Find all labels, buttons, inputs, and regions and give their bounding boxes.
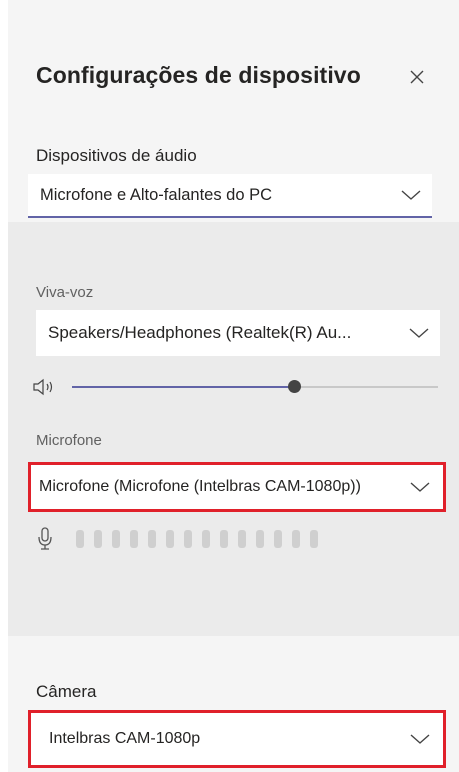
microphone-level-bar bbox=[238, 530, 246, 548]
dialog-title: Configurações de dispositivo bbox=[36, 62, 361, 88]
volume-slider-thumb[interactable] bbox=[288, 380, 301, 393]
audio-device-dropdown[interactable]: Microfone e Alto-falantes do PC bbox=[28, 174, 432, 218]
chevron-down-icon bbox=[409, 328, 429, 338]
audio-devices-label: Dispositivos de áudio bbox=[36, 146, 197, 165]
camera-label: Câmera bbox=[36, 682, 97, 701]
speaker-value: Speakers/Headphones (Realtek(R) Au... bbox=[48, 323, 352, 342]
chevron-down-icon bbox=[410, 734, 430, 744]
speaker-label: Viva-voz bbox=[36, 284, 94, 301]
audio-device-value: Microfone e Alto-falantes do PC bbox=[40, 185, 273, 204]
camera-value: Intelbras CAM-1080p bbox=[49, 730, 201, 747]
speaker-volume-slider[interactable] bbox=[32, 376, 442, 398]
microphone-level-bar bbox=[256, 530, 264, 548]
microphone-level-bar bbox=[166, 530, 174, 548]
microphone-dropdown[interactable]: Microfone (Microfone (Intelbras CAM-1080… bbox=[28, 462, 446, 512]
volume-track bbox=[295, 386, 438, 388]
microphone-level-bar bbox=[274, 530, 282, 548]
camera-dropdown[interactable]: Intelbras CAM-1080p bbox=[28, 710, 446, 768]
microphone-level-bar bbox=[130, 530, 138, 548]
microphone-level-bar bbox=[94, 530, 102, 548]
chevron-down-icon bbox=[401, 190, 421, 200]
close-icon[interactable] bbox=[406, 66, 428, 88]
microphone-level-bar bbox=[148, 530, 156, 548]
microphone-level-bar bbox=[76, 530, 84, 548]
chevron-down-icon bbox=[410, 482, 430, 492]
microphone-value: Microfone (Microfone (Intelbras CAM-1080… bbox=[39, 478, 361, 495]
speaker-volume-icon bbox=[33, 378, 53, 396]
microphone-level-meter bbox=[34, 526, 354, 552]
volume-track-fill bbox=[72, 386, 295, 388]
microphone-level-bar bbox=[184, 530, 192, 548]
microphone-level-bar bbox=[220, 530, 228, 548]
microphone-level-bars bbox=[76, 530, 318, 548]
microphone-level-bar bbox=[112, 530, 120, 548]
microphone-level-bar bbox=[292, 530, 300, 548]
microphone-level-bar bbox=[310, 530, 318, 548]
microphone-level-bar bbox=[202, 530, 210, 548]
microphone-label: Microfone bbox=[36, 432, 102, 449]
speaker-dropdown[interactable]: Speakers/Headphones (Realtek(R) Au... bbox=[36, 310, 440, 356]
microphone-icon bbox=[38, 527, 52, 550]
